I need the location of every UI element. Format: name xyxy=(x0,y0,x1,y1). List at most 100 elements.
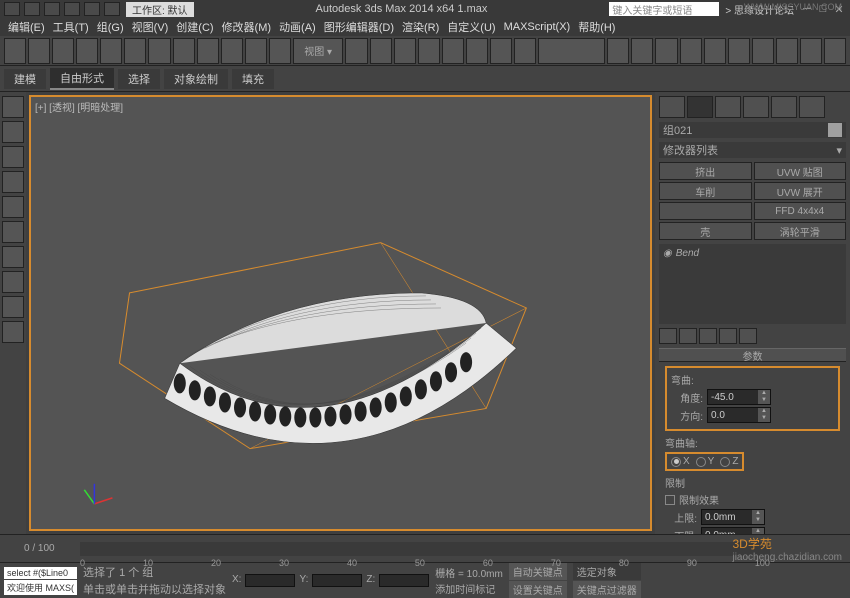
stack-item-bend[interactable]: ◉ Bend xyxy=(663,248,842,259)
select-region-button[interactable] xyxy=(173,38,195,64)
make-unique-button[interactable] xyxy=(699,328,717,344)
mode-freeform[interactable]: 自由形式 xyxy=(50,68,114,90)
remove-modifier-button[interactable] xyxy=(719,328,737,344)
snap-percent-button[interactable] xyxy=(466,38,488,64)
axis-z-radio[interactable]: Z xyxy=(720,456,738,467)
viewport-label[interactable]: [+] [透视] [明暗处理] xyxy=(35,99,123,114)
y-input[interactable] xyxy=(312,574,362,587)
x-input[interactable] xyxy=(245,574,295,587)
spinner-snap-button[interactable] xyxy=(490,38,512,64)
material-editor-button[interactable] xyxy=(752,38,774,64)
configure-sets-button[interactable] xyxy=(739,328,757,344)
ul-up-icon[interactable]: ▲ xyxy=(752,510,764,517)
setkey-button[interactable]: 设置关键点 xyxy=(509,581,567,598)
angle-input[interactable] xyxy=(708,390,758,404)
object-name-field[interactable]: 组021 xyxy=(659,122,846,138)
listener-line2[interactable]: 欢迎使用 MAXS( xyxy=(4,580,77,595)
quick-uvwmap-button[interactable]: UVW 贴图 xyxy=(754,162,847,180)
direction-input[interactable] xyxy=(708,408,758,422)
z-input[interactable] xyxy=(379,574,429,587)
curve-editor-button[interactable] xyxy=(704,38,726,64)
limit-effect-checkbox[interactable]: 限制效果 xyxy=(665,492,840,507)
angle-spinner[interactable]: ▲▼ xyxy=(707,389,771,405)
qat-new-icon[interactable] xyxy=(24,2,40,16)
select-rotate-button[interactable] xyxy=(245,38,267,64)
left-tool-1[interactable] xyxy=(2,96,24,118)
named-selection-button[interactable] xyxy=(514,38,536,64)
quick-shell-button[interactable]: 壳 xyxy=(659,222,752,240)
keyboard-shortcut-button[interactable] xyxy=(394,38,416,64)
bind-spacewarp-button[interactable] xyxy=(100,38,122,64)
help-search-input[interactable]: 键入关键字或短语 xyxy=(609,2,719,16)
quick-uvwunwrap-button[interactable]: UVW 展开 xyxy=(754,182,847,200)
upper-limit-spinner[interactable]: ▲▼ xyxy=(701,509,765,525)
left-tool-10[interactable] xyxy=(2,321,24,343)
render-setup-button[interactable] xyxy=(776,38,798,64)
left-tool-9[interactable] xyxy=(2,296,24,318)
left-tool-4[interactable] xyxy=(2,171,24,193)
quick-ffd-button[interactable]: FFD 4x4x4 xyxy=(754,202,847,220)
select-manipulate-button[interactable] xyxy=(370,38,392,64)
parameters-rollout-header[interactable]: 参数 xyxy=(659,348,846,362)
schematic-view-button[interactable] xyxy=(728,38,750,64)
mode-objectpaint[interactable]: 对象绘制 xyxy=(164,69,228,89)
select-button[interactable] xyxy=(124,38,146,64)
left-tool-8[interactable] xyxy=(2,271,24,293)
qat-undo-icon[interactable] xyxy=(84,2,100,16)
mode-selection[interactable]: 选择 xyxy=(118,69,160,89)
modify-tab-icon[interactable] xyxy=(687,96,713,118)
left-tool-3[interactable] xyxy=(2,146,24,168)
quick-extrude-button[interactable]: 挤出 xyxy=(659,162,752,180)
menu-render[interactable]: 渲染(R) xyxy=(402,19,439,35)
menu-modifier[interactable]: 修改器(M) xyxy=(222,19,272,35)
quick-empty-button[interactable] xyxy=(659,202,752,220)
show-end-result-button[interactable] xyxy=(679,328,697,344)
ul-down-icon[interactable]: ▼ xyxy=(752,517,764,524)
quick-lathe-button[interactable]: 车削 xyxy=(659,182,752,200)
key-filters-button[interactable]: 关键点过滤器 xyxy=(573,581,641,598)
window-crossing-button[interactable] xyxy=(197,38,219,64)
mode-modeling[interactable]: 建模 xyxy=(4,69,46,89)
render-frame-button[interactable] xyxy=(800,38,822,64)
render-button[interactable] xyxy=(824,38,846,64)
modifier-stack[interactable]: ◉ Bend xyxy=(659,244,846,324)
undo-button[interactable] xyxy=(4,38,26,64)
hierarchy-tab-icon[interactable] xyxy=(715,96,741,118)
use-center-button[interactable] xyxy=(345,38,367,64)
menu-group[interactable]: 组(G) xyxy=(97,19,124,35)
quick-turbosmooth-button[interactable]: 涡轮平滑 xyxy=(754,222,847,240)
unlink-button[interactable] xyxy=(76,38,98,64)
menu-graph[interactable]: 图形编辑器(D) xyxy=(324,19,394,35)
axis-x-radio[interactable]: X xyxy=(671,456,690,467)
select-scale-button[interactable] xyxy=(269,38,291,64)
snap-angle-button[interactable] xyxy=(442,38,464,64)
left-tool-5[interactable] xyxy=(2,196,24,218)
qat-redo-icon[interactable] xyxy=(104,2,120,16)
menu-edit[interactable]: 编辑(E) xyxy=(8,19,45,35)
mode-populate[interactable]: 填充 xyxy=(232,69,274,89)
angle-up-icon[interactable]: ▲ xyxy=(758,390,770,397)
menu-create[interactable]: 创建(C) xyxy=(176,19,213,35)
snap-2d-button[interactable] xyxy=(418,38,440,64)
named-selection-dropdown[interactable] xyxy=(538,38,605,64)
listener-line1[interactable]: select #($Line0 xyxy=(4,567,77,579)
axis-y-radio[interactable]: Y xyxy=(696,456,715,467)
left-tool-6[interactable] xyxy=(2,221,24,243)
menu-view[interactable]: 视图(V) xyxy=(132,19,169,35)
angle-down-icon[interactable]: ▼ xyxy=(758,397,770,404)
timeline-track[interactable]: 0 10 20 30 40 50 60 70 80 90 100 xyxy=(80,542,770,556)
add-time-tag-button[interactable]: 添加时间标记 xyxy=(435,581,503,596)
object-color-swatch[interactable] xyxy=(828,123,842,137)
left-tool-7[interactable] xyxy=(2,246,24,268)
direction-spinner[interactable]: ▲▼ xyxy=(707,407,771,423)
select-move-button[interactable] xyxy=(221,38,243,64)
direction-up-icon[interactable]: ▲ xyxy=(758,408,770,415)
link-button[interactable] xyxy=(52,38,74,64)
graphite-button[interactable] xyxy=(680,38,702,64)
app-menu-icon[interactable] xyxy=(4,2,20,16)
refcoord-dropdown[interactable]: 视图 ▾ xyxy=(293,38,344,64)
perspective-viewport[interactable]: [+] [透视] [明暗处理] xyxy=(29,95,652,531)
mirror-button[interactable] xyxy=(607,38,629,64)
time-slider[interactable]: 0 / 100 0 10 20 30 40 50 60 70 80 90 100 xyxy=(0,534,850,562)
create-tab-icon[interactable] xyxy=(659,96,685,118)
